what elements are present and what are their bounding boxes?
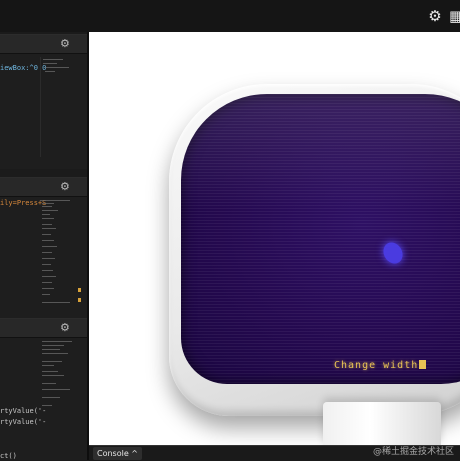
js-editor-panel: ⚙ rtyValue('- rtyValue('- ct() — [0, 318, 87, 460]
css-panel-header: ⚙ — [0, 178, 87, 197]
code-line[interactable]: ct() — [0, 452, 17, 460]
console-button[interactable]: Console ^ — [93, 447, 143, 460]
glowing-blob — [379, 238, 407, 268]
settings-gear-icon[interactable]: ⚙ — [425, 6, 445, 26]
css-panel-gear-icon[interactable]: ⚙ — [60, 180, 72, 194]
result-preview: Change width — [89, 32, 460, 445]
layout-icon[interactable]: ▦ — [449, 6, 460, 26]
html-minimap — [40, 57, 77, 157]
screen-gloss — [181, 94, 460, 210]
crt-device: Change width — [169, 84, 460, 416]
js-panel-header: ⚙ — [0, 319, 87, 338]
watermark: @稀土掘金技术社区 — [372, 447, 454, 457]
css-editor-panel: ⚙ ily=Press+S — [0, 177, 87, 318]
scroll-marker — [78, 298, 81, 302]
js-panel-gear-icon[interactable]: ⚙ — [60, 321, 72, 335]
html-panel-gear-icon[interactable]: ⚙ — [60, 37, 72, 51]
top-toolbar: ⚙ ▦ — [0, 0, 460, 32]
scroll-marker — [78, 288, 81, 292]
editor-column: ⚙ iewBox:^0 0 ⚙ ily=Press+S ⚙ rtyValue('… — [0, 32, 87, 460]
css-minimap — [40, 198, 76, 313]
html-editor-panel: ⚙ iewBox:^0 0 — [0, 34, 87, 169]
crt-screen: Change width — [181, 94, 460, 384]
device-stand — [323, 402, 441, 445]
cursor-block-icon — [419, 360, 427, 369]
html-panel-header: ⚙ — [0, 35, 87, 54]
screen-text: Change width — [334, 360, 427, 372]
screen-text-label: Change width — [334, 360, 419, 371]
js-minimap — [40, 339, 76, 449]
